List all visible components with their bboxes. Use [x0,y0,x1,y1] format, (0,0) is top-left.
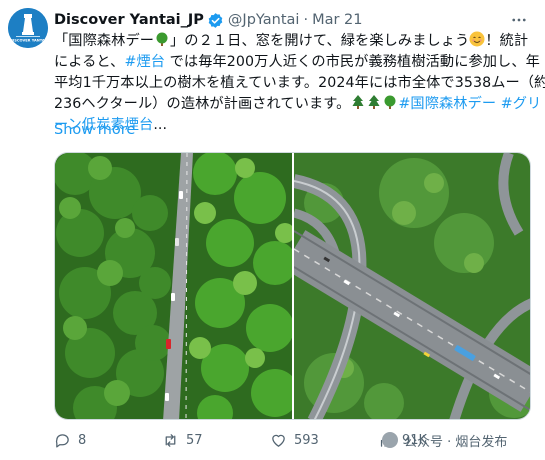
forest-road-photo[interactable] [55,153,292,419]
repost-button[interactable]: 57 [162,428,203,452]
highway-interchange-image [294,153,530,419]
tweet-text-line-4: 236ヘクタール）の造林が計画されています。 #国際森林デー #グリ [54,95,542,112]
tweet-header: Discover Yantai_JP @JpYantai · Mar 21 [54,10,535,30]
avatar[interactable]: DISCOVER YANTAI [8,8,48,48]
verified-badge-icon [208,12,223,28]
heart-icon [272,434,285,447]
reply-icon [55,433,69,448]
watermark-logo-icon [382,432,398,448]
repost-icon [165,433,176,447]
evergreen-tree-emoji-icon [352,95,364,109]
display-name[interactable]: Discover Yantai_JP [54,12,204,28]
repost-count: 57 [186,432,203,448]
hashtag-green-lowcarbon-part1[interactable]: #グリ [501,96,542,112]
hashtag-forest-day[interactable]: #国際森林デー [398,96,496,112]
handle[interactable]: @JpYantai [228,12,300,28]
more-horizontal-icon [512,18,526,22]
timestamp[interactable]: Mar 21 [312,12,362,28]
media-grid [54,152,531,420]
hashtag-yantai[interactable]: #煙台 [124,54,165,70]
more-options-button[interactable] [509,10,529,30]
like-count: 593 [294,432,319,448]
watermark: 公众号 · 烟台发布 [382,428,542,452]
tree-emoji-icon [384,95,396,109]
reply-button[interactable]: 8 [54,428,86,452]
highway-interchange-photo[interactable] [294,153,530,419]
like-button[interactable]: 593 [270,428,319,452]
watermark-text: 公众号 · 烟台发布 [404,434,508,450]
forest-road-image [55,153,292,419]
tweet-text-line-2: によると、#煙台 では毎年200万人近くの市民が義務植樹活動に参加し、年 [54,54,540,70]
tree-emoji-icon [156,32,168,46]
smiling-face-emoji-icon [469,31,485,47]
show-more-link[interactable]: Show more [54,122,135,138]
reply-count: 8 [78,432,87,448]
separator-dot: · [303,12,309,28]
tweet-text: 「国際森林デー 」の２１日、窓を開けて、緑を楽しみましょう ！統計 によると、#煙台… [54,31,545,136]
tweet-text-line-1: 「国際森林デー 」の２１日、窓を開けて、緑を楽しみましょう ！統計 [54,31,529,49]
tweet-text-line-3: 平均1千万本以上の樹木を植えています。2024年には市全体で3538ムー（約 [54,75,545,91]
avatar-label: DISCOVER YANTAI [10,39,46,43]
avatar-logo-icon: DISCOVER YANTAI [8,8,48,48]
evergreen-tree-emoji-icon [368,95,380,109]
